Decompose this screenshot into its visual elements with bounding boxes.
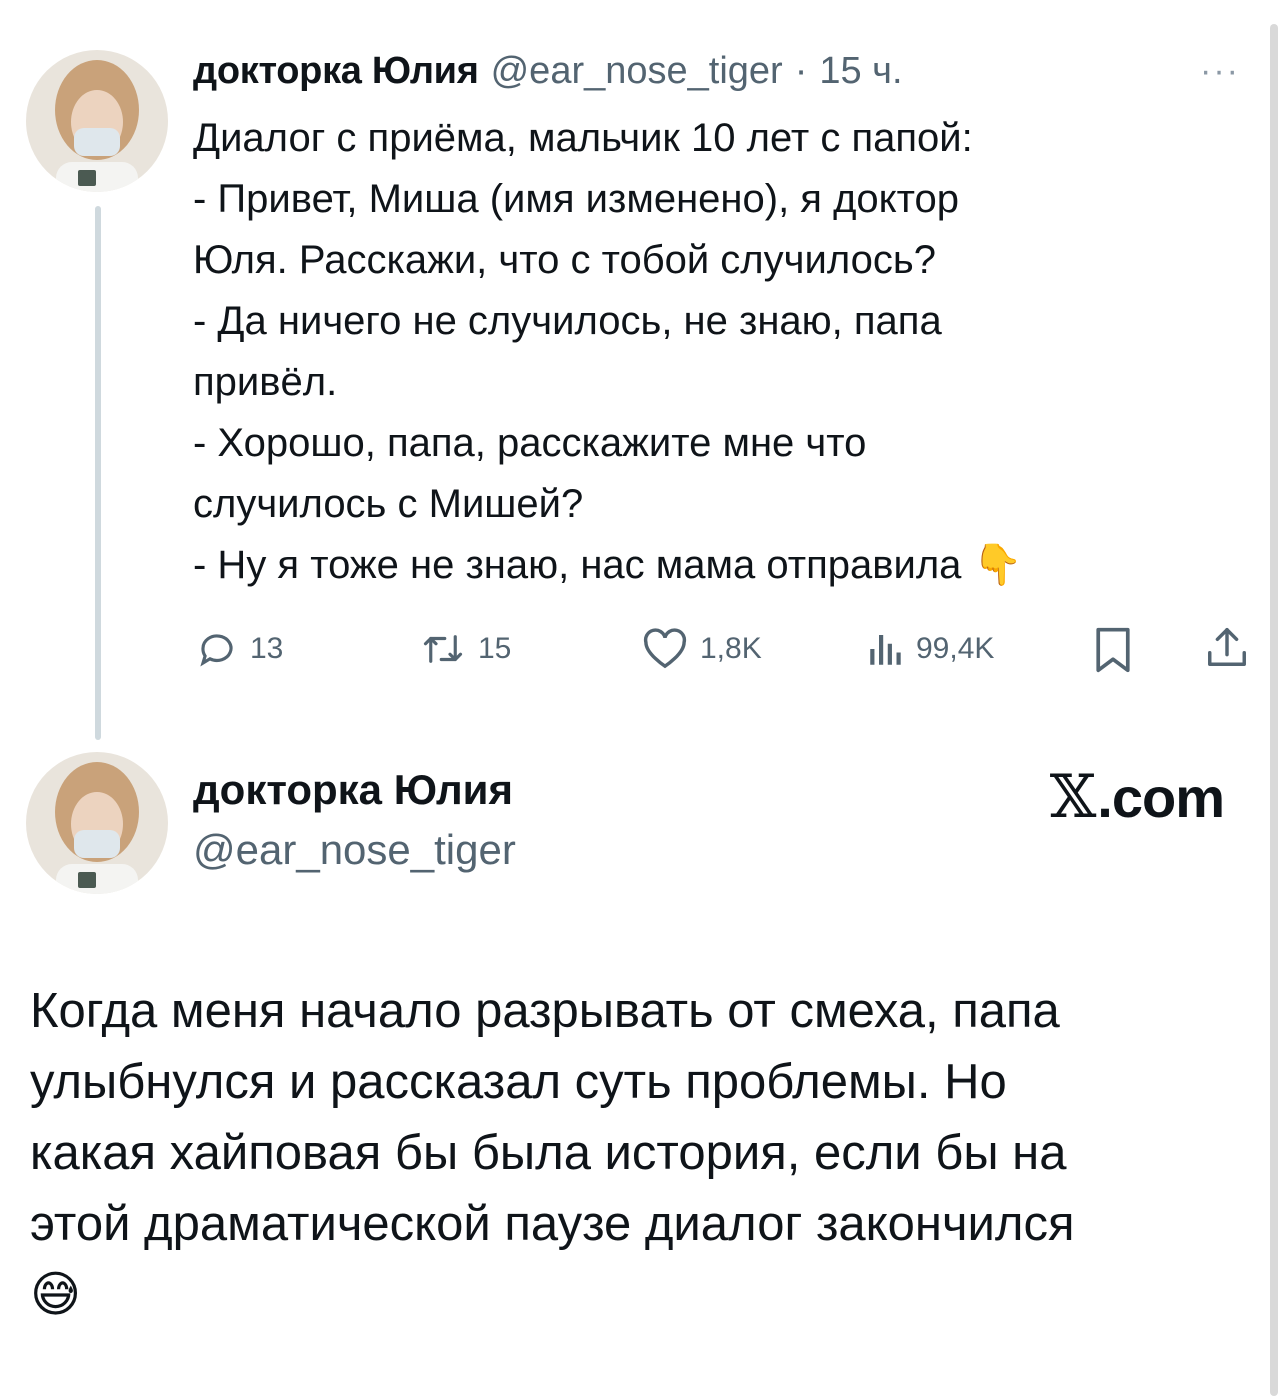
author-name[interactable]: докторка Юлия <box>193 50 479 93</box>
tweet-header: докторка Юлия @ear_nose_tiger · 15 ч. <box>193 50 903 93</box>
tweet-text: Диалог с приёма, мальчик 10 лет с папой:… <box>193 108 1193 596</box>
pointing-down-emoji: 👇 <box>972 543 1023 587</box>
timestamp[interactable]: 15 ч. <box>819 50 902 93</box>
separator-dot: · <box>794 50 808 92</box>
reply-author-handle[interactable]: @ear_nose_tiger <box>193 826 516 874</box>
reply-count: 13 <box>250 632 284 665</box>
repost-count: 15 <box>478 632 512 665</box>
reply-button[interactable]: 13 <box>196 628 283 670</box>
repost-button[interactable]: 15 <box>420 628 511 670</box>
views-count: 99,4K <box>916 632 995 665</box>
like-button[interactable]: 1,8K <box>642 628 762 670</box>
avatar[interactable] <box>26 50 168 192</box>
like-icon <box>642 628 688 670</box>
avatar[interactable] <box>26 752 168 894</box>
share-icon[interactable] <box>1204 624 1250 675</box>
tweet-text-content: Диалог с приёма, мальчик 10 лет с папой:… <box>193 116 973 587</box>
reply-author-name[interactable]: докторка Юлия <box>193 766 513 814</box>
views-icon <box>868 628 904 670</box>
thread-line <box>95 206 101 740</box>
scrollbar[interactable] <box>1270 24 1278 1396</box>
like-count: 1,8K <box>700 632 762 665</box>
brand-domain: .com <box>1097 766 1225 829</box>
reply-text-content: Когда меня начало разрывать от смеха, па… <box>30 984 1075 1251</box>
sweat-smile-emoji: 😅 <box>30 1268 82 1322</box>
repost-icon <box>420 628 466 670</box>
bookmark-icon[interactable] <box>1094 626 1132 679</box>
views-button[interactable]: 99,4K <box>868 628 994 670</box>
reply-text: Когда меня начало разрывать от смеха, па… <box>30 976 1240 1331</box>
author-handle[interactable]: @ear_nose_tiger <box>491 50 783 93</box>
x-com-logo: 𝕏 .com <box>1049 762 1225 832</box>
more-options-icon[interactable]: ··· <box>1200 52 1240 91</box>
x-logo-icon: 𝕏 <box>1049 762 1097 832</box>
reply-icon <box>196 628 238 670</box>
